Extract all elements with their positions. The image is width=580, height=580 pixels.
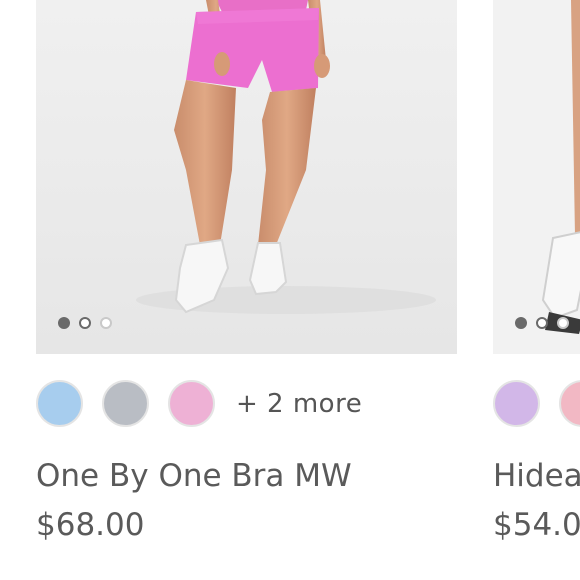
swatch-light-pink[interactable]: [559, 380, 580, 427]
swatch-blue[interactable]: [36, 380, 83, 427]
product-image[interactable]: [493, 0, 580, 354]
carousel-dots[interactable]: [515, 317, 569, 329]
product-card[interactable]: Hidea $54.0: [493, 0, 580, 543]
color-swatches: + 2 more: [36, 380, 362, 427]
swatch-lavender[interactable]: [493, 380, 540, 427]
product-grid: + 2 more One By One Bra MW $68.00 Hidea …: [0, 0, 580, 580]
more-colors-link[interactable]: + 2 more: [236, 389, 362, 419]
product-image[interactable]: [36, 0, 457, 354]
carousel-dot[interactable]: [536, 317, 548, 329]
product-card[interactable]: + 2 more One By One Bra MW $68.00: [36, 0, 458, 543]
model-white-sneakers-image: [493, 0, 580, 354]
product-name[interactable]: One By One Bra MW: [36, 458, 352, 494]
product-price: $68.00: [36, 507, 145, 543]
carousel-dot[interactable]: [100, 317, 112, 329]
carousel-dot[interactable]: [79, 317, 91, 329]
swatch-heather-gray[interactable]: [102, 380, 149, 427]
color-swatches: [493, 380, 580, 427]
carousel-dots[interactable]: [58, 317, 112, 329]
carousel-dot[interactable]: [515, 317, 527, 329]
product-name[interactable]: Hidea: [493, 458, 580, 494]
carousel-dot[interactable]: [58, 317, 70, 329]
swatch-pink[interactable]: [168, 380, 215, 427]
model-pink-bike-shorts-image: [36, 0, 457, 354]
carousel-dot[interactable]: [557, 317, 569, 329]
product-price: $54.0: [493, 507, 580, 543]
